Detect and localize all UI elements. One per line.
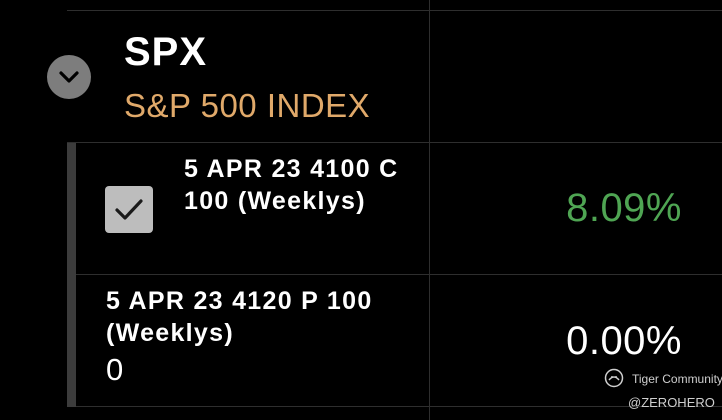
option-contract-line1: 5 APR 23 4120 P 100 xyxy=(106,287,373,315)
tiger-logo-icon xyxy=(604,368,624,388)
checkmark-icon xyxy=(113,196,145,224)
position-percent-change: 0.00% xyxy=(566,319,682,363)
chevron-down-icon xyxy=(58,70,80,84)
top-divider xyxy=(67,10,722,11)
watermark-brand: Tiger Community xyxy=(632,372,722,386)
underlying-symbol: SPX xyxy=(124,30,208,74)
underlying-name: S&P 500 INDEX xyxy=(124,87,371,124)
position-checkbox[interactable] xyxy=(105,186,153,233)
option-contract-line2: 100 (Weeklys) xyxy=(184,187,366,215)
position-percent-change: 8.09% xyxy=(566,186,682,230)
column-divider xyxy=(429,0,430,420)
option-contract-line1: 5 APR 23 4100 C xyxy=(184,155,399,183)
watermark-handle: @ZEROHERO xyxy=(628,395,715,410)
option-contract-line2: (Weeklys) xyxy=(106,319,234,347)
position-group-marker xyxy=(67,143,76,407)
bottom-divider xyxy=(67,406,722,407)
position-quantity: 0 xyxy=(106,352,124,387)
header-divider xyxy=(67,142,722,143)
row-divider xyxy=(67,274,722,275)
collapse-button[interactable] xyxy=(47,55,91,99)
